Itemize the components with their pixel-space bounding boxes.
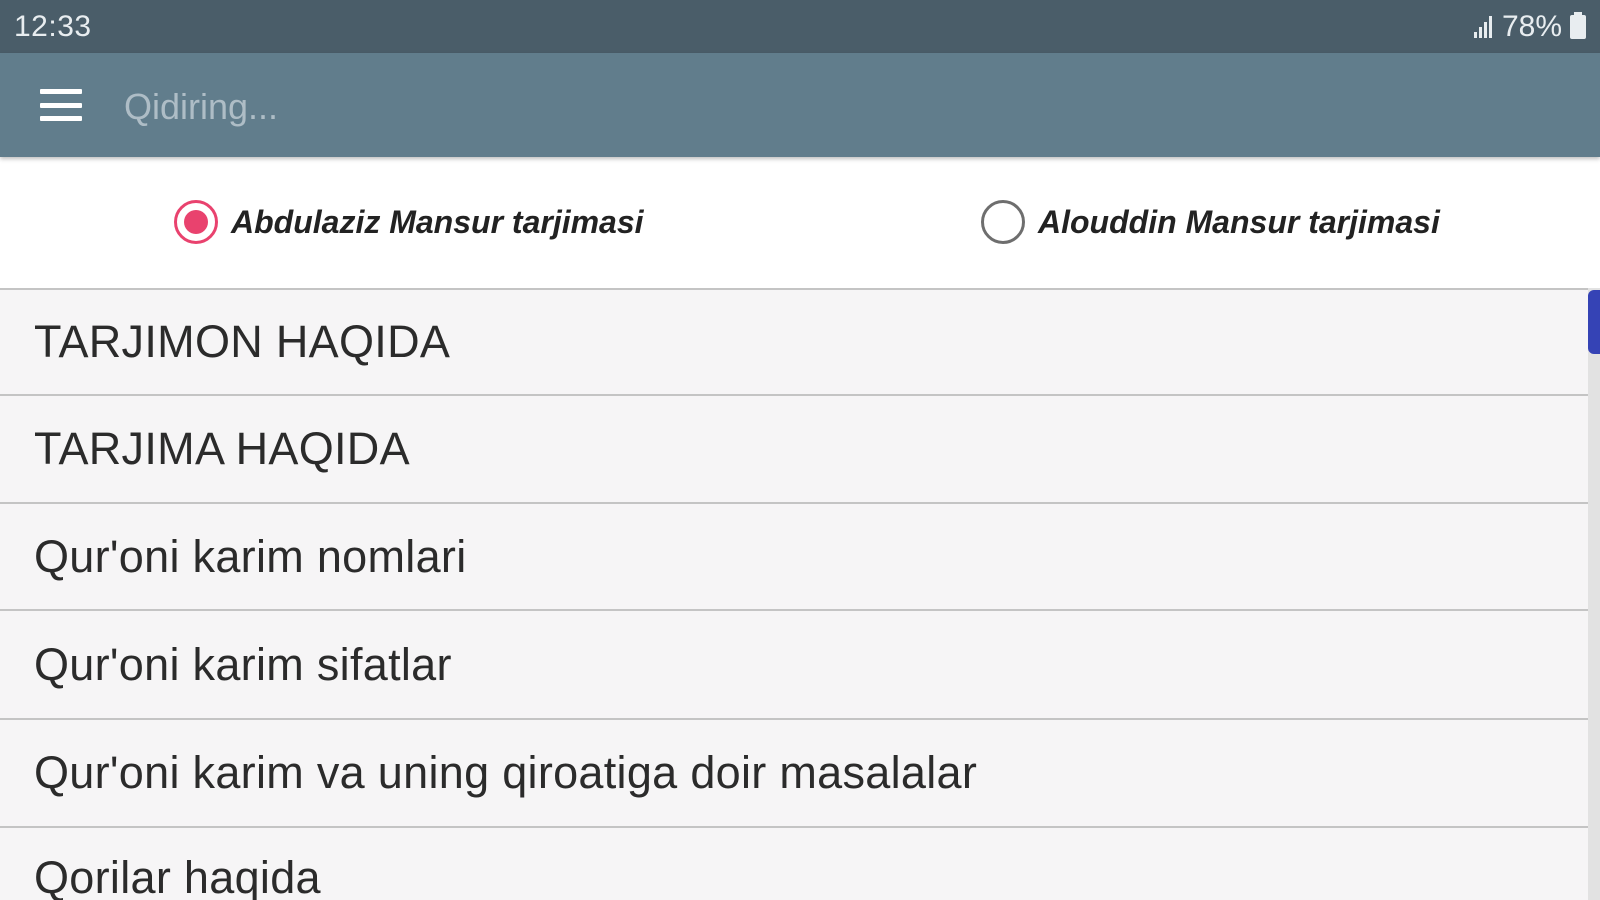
menu-icon — [40, 89, 82, 121]
list-item-label: TARJIMA HAQIDA — [34, 423, 410, 474]
radio-option-alouddin[interactable]: Alouddin Mansur tarjimasi — [981, 197, 1440, 247]
radio-label: Abdulaziz Mansur tarjimasi — [231, 203, 644, 240]
list-item[interactable]: Qur'oni karim nomlari — [0, 502, 1588, 609]
status-time: 12:33 — [14, 9, 92, 43]
toolbar — [0, 53, 1600, 157]
list-item[interactable]: Qur'oni karim sifatlar — [0, 609, 1588, 718]
scrollbar-track[interactable] — [1588, 288, 1600, 900]
list-item[interactable]: Qur'oni karim va uning qiroatiga doir ma… — [0, 718, 1588, 826]
battery-percentage: 78% — [1501, 9, 1562, 43]
radio-label: Alouddin Mansur tarjimasi — [1038, 203, 1440, 240]
list-item-label: Qur'oni karim nomlari — [34, 530, 467, 582]
list-item-label: Qur'oni karim sifatlar — [34, 638, 452, 690]
radio-checked-icon[interactable] — [174, 200, 218, 244]
translation-selector: Abdulaziz Mansur tarjimasi Alouddin Mans… — [0, 157, 1600, 288]
scrollbar-thumb[interactable] — [1588, 290, 1600, 354]
battery-icon — [1570, 11, 1586, 39]
list-item-label: TARJIMON HAQIDA — [34, 316, 451, 367]
menu-button[interactable] — [0, 53, 124, 157]
topic-list: TARJIMON HAQIDA TARJIMA HAQIDA Qur'oni k… — [0, 288, 1588, 900]
status-bar: 12:33 78% — [0, 0, 1600, 53]
list-item[interactable]: Qorilar haqida — [0, 826, 1588, 900]
list-item[interactable]: TARJIMON HAQIDA — [0, 288, 1588, 394]
status-indicators: 78% — [1473, 9, 1586, 44]
search-input[interactable] — [124, 75, 1424, 135]
list-item-label: Qorilar haqida — [34, 852, 321, 900]
list-item[interactable]: TARJIMA HAQIDA — [0, 394, 1588, 502]
list-item-label: Qur'oni karim va uning qiroatiga doir ma… — [34, 747, 978, 798]
radio-option-abdulaziz[interactable]: Abdulaziz Mansur tarjimasi — [174, 197, 644, 247]
signal-icon — [1473, 15, 1492, 38]
radio-unchecked-icon[interactable] — [981, 200, 1025, 244]
